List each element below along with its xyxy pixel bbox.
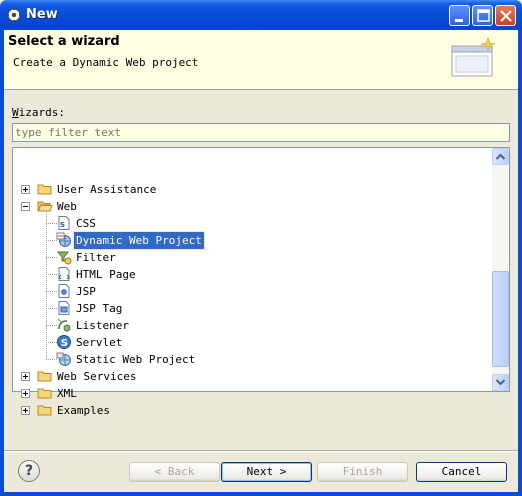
expand-icon[interactable] bbox=[21, 406, 30, 415]
scroll-up-button[interactable] bbox=[492, 148, 509, 165]
tree-item[interactable]: JSP Tag bbox=[13, 300, 491, 317]
wizard-banner-icon bbox=[451, 37, 496, 77]
wizards-label: Wizards: bbox=[12, 106, 65, 119]
svg-text:S: S bbox=[61, 338, 68, 349]
next-button[interactable]: Next > bbox=[221, 462, 312, 482]
scroll-thumb[interactable] bbox=[492, 271, 509, 368]
chevron-up-icon bbox=[495, 153, 506, 160]
jsp-tag-icon bbox=[58, 301, 70, 315]
tree-item-label[interactable]: User Assistance bbox=[55, 181, 158, 198]
chevron-down-icon bbox=[495, 379, 506, 386]
tree-item-label[interactable]: Filter bbox=[74, 249, 118, 266]
jsp-icon bbox=[58, 284, 70, 298]
expand-icon[interactable] bbox=[21, 372, 30, 381]
folder-open-icon bbox=[37, 201, 53, 212]
close-button[interactable] bbox=[495, 5, 516, 26]
tree-item[interactable]: Examples bbox=[13, 402, 491, 419]
help-button[interactable]: ? bbox=[18, 460, 40, 482]
static-web-project-icon bbox=[56, 352, 71, 366]
minimize-icon bbox=[455, 19, 463, 22]
servlet-icon: S bbox=[57, 335, 71, 349]
help-icon: ? bbox=[24, 463, 34, 479]
tree-item-label[interactable]: JSP bbox=[74, 283, 98, 300]
collapse-icon[interactable] bbox=[21, 202, 30, 211]
scroll-down-button[interactable] bbox=[492, 374, 509, 391]
tree-item-label[interactable]: Web Services bbox=[55, 368, 138, 385]
tree-item[interactable]: Listener bbox=[13, 317, 491, 334]
banner-title: Select a wizard bbox=[8, 34, 120, 49]
tree-item[interactable]: XML bbox=[13, 385, 491, 402]
tree-item-label[interactable]: Examples bbox=[55, 402, 112, 419]
maximize-icon bbox=[477, 9, 490, 22]
tree-item-label[interactable]: Static Web Project bbox=[74, 351, 197, 368]
filter-input[interactable] bbox=[12, 123, 510, 142]
html-page-icon bbox=[58, 267, 70, 281]
tree-item-label[interactable]: Web bbox=[55, 198, 79, 215]
tree-scrollbar[interactable] bbox=[492, 148, 509, 391]
tree-item-label[interactable]: Dynamic Web Project bbox=[73, 231, 205, 250]
folder-icon bbox=[37, 388, 52, 399]
button-bar-separator bbox=[4, 450, 518, 452]
tree-item[interactable]: S CSS bbox=[13, 215, 491, 232]
dynamic-web-project-icon bbox=[56, 232, 71, 247]
tree-item[interactable]: Dynamic Web Project bbox=[13, 231, 491, 250]
tree-item[interactable]: JSP bbox=[13, 283, 491, 300]
tree-item[interactable]: Web bbox=[13, 198, 491, 215]
tree-item-label[interactable]: JSP Tag bbox=[74, 300, 124, 317]
close-icon bbox=[500, 10, 512, 22]
expand-icon[interactable] bbox=[21, 185, 30, 194]
filter-icon bbox=[56, 251, 72, 265]
tree-item[interactable]: Static Web Project bbox=[13, 351, 491, 368]
maximize-button[interactable] bbox=[472, 5, 493, 26]
tree-item[interactable]: User Assistance bbox=[13, 181, 491, 198]
tree-connector bbox=[46, 212, 47, 359]
tree-item-label[interactable]: CSS bbox=[74, 215, 98, 232]
dialog-client-area: Select a wizard Create a Dynamic Web pro… bbox=[4, 30, 518, 492]
banner-description: Create a Dynamic Web project bbox=[13, 56, 199, 69]
cancel-button[interactable]: Cancel bbox=[416, 462, 507, 482]
tree-item-label[interactable]: XML bbox=[55, 385, 79, 402]
tree-item-label[interactable]: HTML Page bbox=[74, 266, 138, 283]
wizard-tree[interactable]: User Assistance Web S CSS Dynamic Web Projec… bbox=[12, 147, 510, 417]
folder-icon bbox=[37, 371, 52, 382]
expand-icon[interactable] bbox=[21, 389, 30, 398]
css-file-icon: S bbox=[58, 216, 70, 230]
wizard-banner: Select a wizard Create a Dynamic Web pro… bbox=[4, 30, 518, 90]
title-bar[interactable]: New bbox=[0, 0, 522, 30]
tree-item[interactable]: S Servlet bbox=[13, 334, 491, 351]
folder-icon bbox=[37, 405, 52, 416]
finish-button[interactable]: Finish bbox=[317, 462, 408, 482]
folder-icon bbox=[37, 184, 52, 195]
tree-item[interactable]: Web Services bbox=[13, 368, 491, 385]
listener-icon bbox=[57, 318, 71, 332]
tree-item-label[interactable]: Listener bbox=[74, 317, 131, 334]
minimize-button[interactable] bbox=[449, 5, 470, 26]
dialog-window: New Select a wizard Create a Dynamic Web… bbox=[0, 0, 522, 496]
svg-text:S: S bbox=[60, 221, 65, 229]
eclipse-gear-icon bbox=[6, 7, 22, 23]
back-button[interactable]: < Back bbox=[129, 462, 220, 482]
tree-item[interactable]: Filter bbox=[13, 249, 491, 266]
window-title: New bbox=[26, 7, 58, 22]
tree-item-label[interactable]: Servlet bbox=[74, 334, 124, 351]
tree-item[interactable]: HTML Page bbox=[13, 266, 491, 283]
